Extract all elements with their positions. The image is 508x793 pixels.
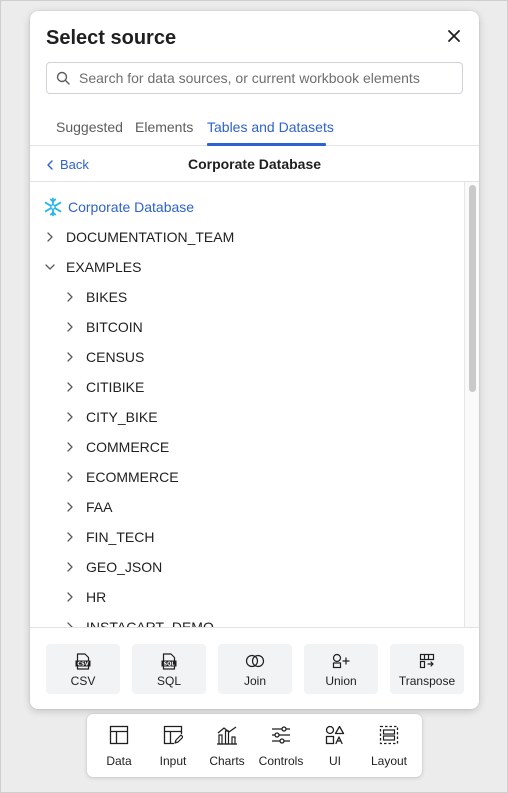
source-actions-bar: CSV CSV SQL SQL Join Union Transpose: [30, 627, 479, 709]
tree-item-label: FAA: [86, 499, 113, 515]
chevron-right-icon: [62, 589, 78, 605]
layout-tool-label: Layout: [370, 754, 408, 768]
layout-icon: [379, 723, 399, 747]
chevron-down-icon: [42, 259, 58, 275]
ui-tool-label: UI: [329, 754, 341, 768]
shapes-icon: [325, 723, 345, 747]
tree-item-label: HR: [86, 589, 107, 605]
layout-tool-button[interactable]: Layout: [362, 723, 416, 769]
union-label: Union: [325, 674, 357, 688]
tab-tables-and-datasets[interactable]: Tables and Datasets: [207, 119, 334, 135]
tree-item[interactable]: BITCOIN: [62, 312, 143, 342]
svg-text:SQL: SQL: [163, 661, 175, 667]
tree-item[interactable]: DOCUMENTATION_TEAM: [42, 222, 234, 252]
tree-item[interactable]: COMMERCE: [62, 432, 169, 462]
controls-tool-button[interactable]: Controls: [254, 723, 308, 769]
data-tool-label: Data: [106, 754, 132, 768]
tree-item[interactable]: CITY_BIKE: [62, 402, 158, 432]
svg-text:CSV: CSV: [77, 661, 88, 667]
transpose-icon: [419, 652, 435, 670]
close-button[interactable]: [443, 25, 465, 47]
chevron-right-icon: [62, 469, 78, 485]
charts-tool-button[interactable]: Charts: [200, 723, 254, 769]
ui-tool-button[interactable]: UI: [308, 723, 362, 769]
tree-root-item[interactable]: Corporate Database: [42, 192, 194, 222]
search-input[interactable]: [79, 70, 462, 86]
tree-item[interactable]: CITIBIKE: [62, 372, 144, 402]
tree-item-label: CITY_BIKE: [86, 409, 158, 425]
chevron-right-icon: [62, 499, 78, 515]
active-tab-indicator: [207, 143, 326, 146]
input-table-icon: [163, 723, 183, 747]
data-tool-button[interactable]: Data: [92, 723, 146, 769]
chevron-right-icon: [62, 619, 78, 627]
chevron-right-icon: [62, 319, 78, 335]
tree-root-label: Corporate Database: [68, 199, 195, 215]
chevron-right-icon: [62, 349, 78, 365]
tree-item-label: BIKES: [86, 289, 128, 305]
dialog-title: Select source: [46, 27, 177, 49]
chevron-right-icon: [62, 529, 78, 545]
navigation-header: Back Corporate Database: [30, 147, 479, 182]
tab-elements[interactable]: Elements: [135, 119, 193, 135]
chevron-right-icon: [62, 409, 78, 425]
tab-suggested[interactable]: Suggested: [56, 119, 123, 135]
chevron-right-icon: [42, 229, 58, 245]
tree-scrollbar[interactable]: [464, 182, 479, 627]
current-location-title: Corporate Database: [187, 156, 322, 172]
tree-item-label: INSTACART_DEMO: [86, 619, 214, 627]
bottom-toolbar: Data Input Charts Controls UI Layout: [87, 714, 422, 777]
join-label: Join: [243, 674, 266, 688]
source-tabs: Suggested Elements Tables and Datasets: [30, 109, 479, 146]
tree-item-label: FIN_TECH: [86, 529, 155, 545]
sql-label: SQL: [156, 674, 181, 688]
tree-item-label: EXAMPLES: [66, 259, 142, 275]
union-icon: [332, 652, 350, 670]
tree-item[interactable]: EXAMPLES: [42, 252, 141, 282]
tree-item-label: BITCOIN: [86, 319, 143, 335]
tree-item-label: ECOMMERCE: [86, 469, 179, 485]
search-box: [46, 62, 463, 94]
close-icon: [448, 30, 460, 42]
tree-item-label: CITIBIKE: [86, 379, 145, 395]
tree-item[interactable]: HR: [62, 582, 106, 612]
tree-item[interactable]: BIKES: [62, 282, 127, 312]
csv-button[interactable]: CSV CSV: [46, 644, 120, 694]
chevron-right-icon: [62, 559, 78, 575]
tree-item-label: CENSUS: [86, 349, 145, 365]
sql-file-icon: SQL: [161, 652, 177, 670]
tree-item-label: DOCUMENTATION_TEAM: [66, 229, 235, 245]
scrollbar-thumb[interactable]: [469, 185, 476, 392]
tree-item[interactable]: CENSUS: [62, 342, 144, 372]
tree-item[interactable]: INSTACART_DEMO: [62, 612, 214, 627]
chevron-right-icon: [62, 439, 78, 455]
csv-label: CSV: [70, 674, 96, 688]
chevron-right-icon: [62, 289, 78, 305]
transpose-label: Transpose: [398, 674, 456, 688]
tree-item-label: GEO_JSON: [86, 559, 163, 575]
csv-file-icon: CSV: [75, 652, 91, 670]
input-tool-button[interactable]: Input: [146, 723, 200, 769]
controls-tool-label: Controls: [258, 754, 304, 768]
tree-item[interactable]: GEO_JSON: [62, 552, 162, 582]
snowflake-icon: [42, 196, 64, 218]
transpose-button[interactable]: Transpose: [390, 644, 464, 694]
sql-button[interactable]: SQL SQL: [132, 644, 206, 694]
input-tool-label: Input: [159, 754, 187, 768]
search-icon: [47, 63, 79, 93]
chart-icon: [216, 723, 238, 747]
join-button[interactable]: Join: [218, 644, 292, 694]
join-icon: [245, 652, 265, 670]
union-button[interactable]: Union: [304, 644, 378, 694]
tree-item[interactable]: ECOMMERCE: [62, 462, 179, 492]
chevron-right-icon: [62, 379, 78, 395]
tree-item[interactable]: FIN_TECH: [62, 522, 154, 552]
sliders-icon: [271, 723, 291, 747]
charts-tool-label: Charts: [209, 754, 245, 768]
select-source-dialog: Select source Suggested Elements Tables …: [30, 11, 479, 709]
database-tree: Corporate Database DOCUMENTATION_TEAM EX…: [30, 182, 479, 627]
tree-item-label: COMMERCE: [86, 439, 170, 455]
table-icon: [109, 723, 129, 747]
tree-item[interactable]: FAA: [62, 492, 112, 522]
